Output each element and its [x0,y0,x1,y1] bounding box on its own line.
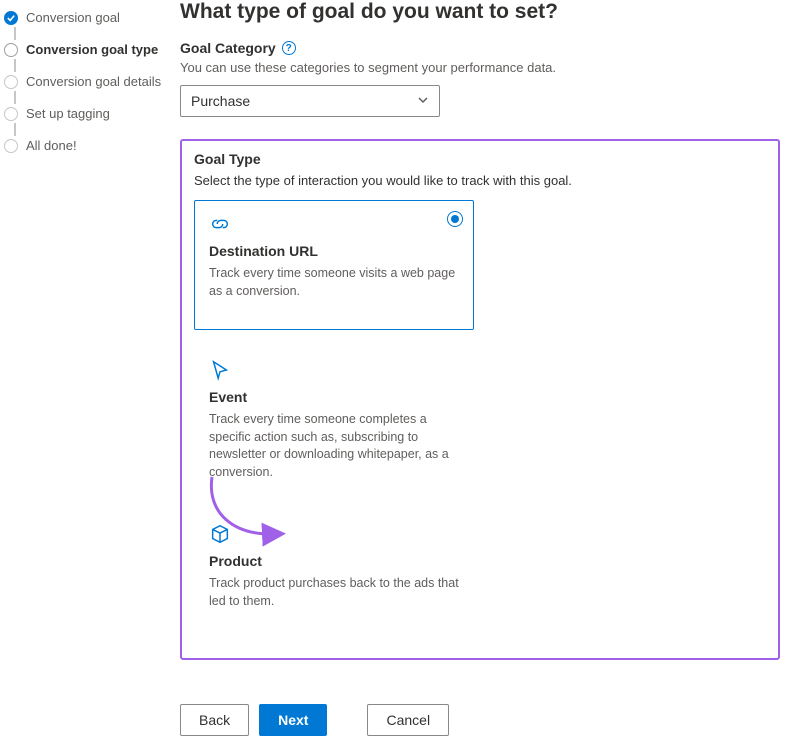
step-label: Conversion goal type [26,42,158,57]
link-icon [209,213,459,235]
card-description: Track every time someone completes a spe… [209,411,459,481]
circle-icon [4,43,18,57]
next-button[interactable]: Next [259,704,327,736]
step-conversion-goal[interactable]: Conversion goal [4,8,172,27]
card-title: Event [209,389,459,405]
step-all-done[interactable]: All done! [4,136,172,155]
help-icon[interactable]: ? [282,41,296,55]
cancel-button[interactable]: Cancel [367,704,449,736]
step-label: Conversion goal [26,10,120,25]
step-label: Set up tagging [26,106,110,121]
cube-icon [209,523,459,545]
goal-card-destination-url[interactable]: Destination URL Track every time someone… [194,200,474,330]
step-label: Conversion goal details [26,74,161,89]
cursor-icon [209,359,459,381]
step-connector [14,91,16,104]
goal-card-event[interactable]: Event Track every time someone completes… [194,346,474,494]
goal-card-product[interactable]: Product Track product purchases back to … [194,510,474,640]
card-title: Destination URL [209,243,459,259]
step-connector [14,123,16,136]
step-conversion-goal-details[interactable]: Conversion goal details [4,72,172,91]
goal-type-section: Goal Type Select the type of interaction… [180,139,780,660]
select-value: Purchase [191,93,250,109]
card-description: Track product purchases back to the ads … [209,575,459,610]
goal-category-label: Goal Category ? [180,40,780,56]
step-set-up-tagging[interactable]: Set up tagging [4,104,172,123]
circle-icon [4,139,18,153]
chevron-down-icon [417,93,429,109]
step-connector [14,59,16,72]
card-title: Product [209,553,459,569]
circle-icon [4,107,18,121]
wizard-steps-sidebar: Conversion goal Conversion goal type Con… [0,0,180,756]
goal-type-description: Select the type of interaction you would… [194,173,766,188]
radio-selected-icon [447,211,463,227]
goal-category-hint: You can use these categories to segment … [180,60,780,75]
step-label: All done! [26,138,77,153]
step-conversion-goal-type[interactable]: Conversion goal type [4,40,172,59]
circle-icon [4,75,18,89]
goal-category-select[interactable]: Purchase [180,85,440,117]
goal-type-title: Goal Type [194,151,766,167]
card-description: Track every time someone visits a web pa… [209,265,459,300]
check-icon [4,11,18,25]
back-button[interactable]: Back [180,704,249,736]
page-title: What type of goal do you want to set? [180,0,780,24]
step-connector [14,27,16,40]
